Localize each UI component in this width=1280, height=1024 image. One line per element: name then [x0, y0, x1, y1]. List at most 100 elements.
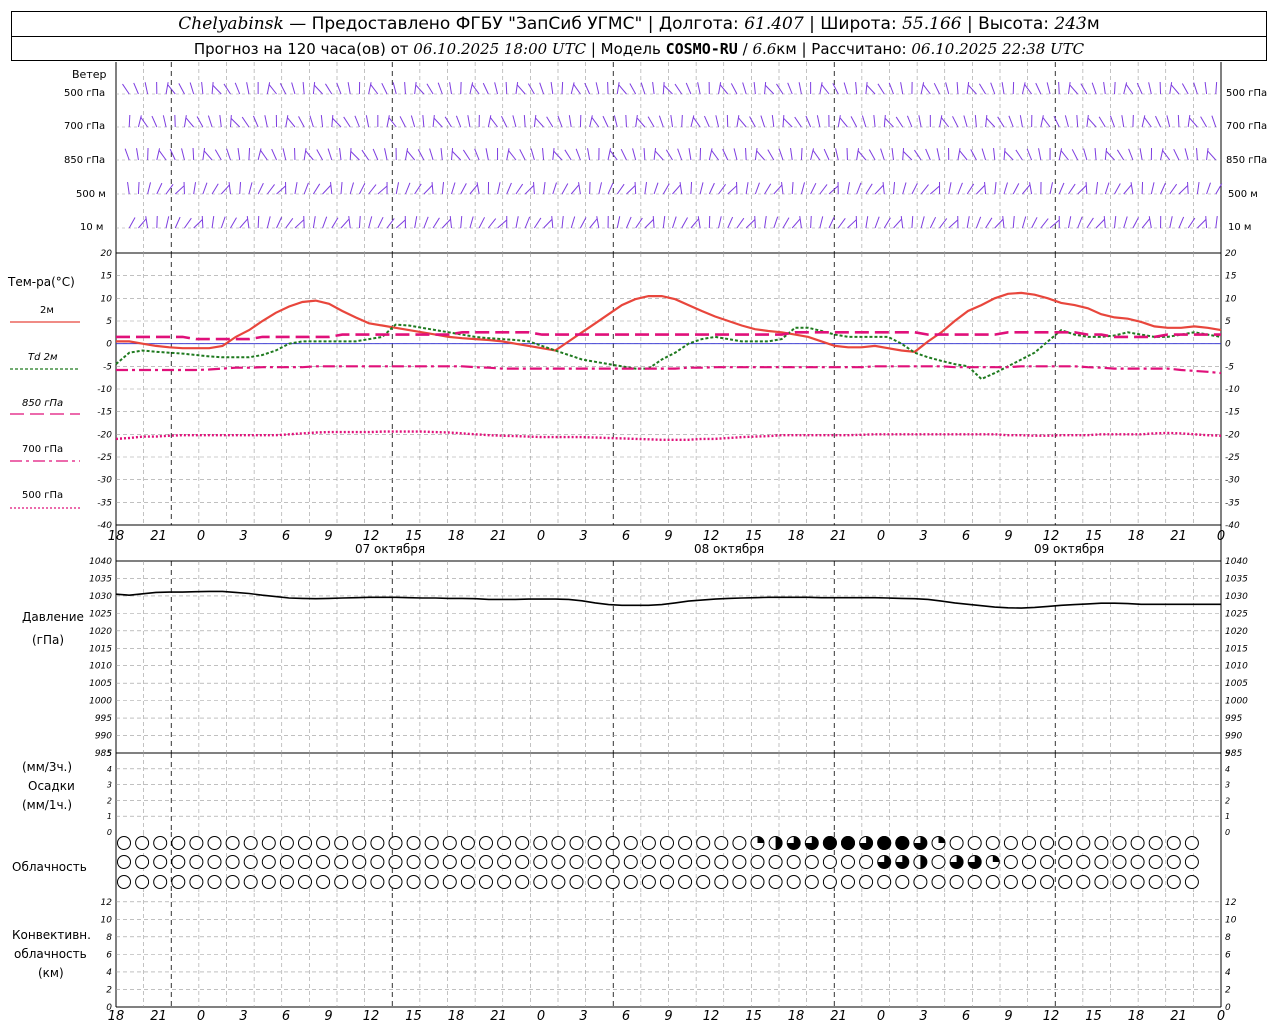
wind-barb-2-27 — [361, 149, 370, 161]
conv-ytick-right-10: 10 — [1225, 915, 1237, 925]
xtick-mid-0: 18 — [108, 529, 125, 544]
xtick-bottom-14: 12 — [703, 1009, 720, 1024]
wind-barb-2-33 — [417, 149, 425, 161]
cloud-cell-0-29 — [641, 836, 656, 850]
cloud-cell-1-35 — [750, 855, 765, 869]
prec-ytick-right-0: 0 — [1225, 828, 1230, 837]
wind-barb-3-97 — [1012, 183, 1020, 195]
wind-barb-1-33 — [422, 115, 425, 128]
xtick-mid-11: 3 — [579, 529, 587, 544]
wind-barb-0-72 — [776, 83, 784, 95]
cloud-cell-0-22 — [515, 836, 530, 850]
cloud-cell-0-33 — [714, 836, 729, 850]
wind-barb-0-94 — [978, 83, 987, 95]
wind-barb-0-44 — [516, 84, 526, 95]
wind-barb-3-95 — [994, 182, 997, 195]
wind-barb-0-85 — [900, 82, 904, 95]
wind-barb-3-87 — [920, 184, 929, 195]
wind-barb-3-33 — [423, 185, 433, 195]
wind-barb-4-111 — [1141, 218, 1151, 229]
wind-barb-0-73 — [787, 82, 793, 95]
wind-barb-3-63 — [699, 182, 704, 195]
cloud-cell-1-6 — [225, 855, 240, 869]
wind-barb-2-23 — [327, 148, 333, 161]
cloud-cell-1-38 — [804, 855, 819, 869]
wind-barb-0-55 — [618, 84, 627, 95]
cloud-cell-2-49 — [1003, 875, 1018, 889]
wind-barb-2-69 — [754, 148, 758, 161]
xtick-bottom-25: 21 — [1170, 1009, 1187, 1024]
temp-ytick-right--5: -5 — [1225, 362, 1234, 372]
wind-barb-0-9 — [201, 82, 204, 95]
wind-barb-1-76 — [816, 115, 821, 128]
wind-barb-1-65 — [715, 115, 720, 128]
wind-barb-3-66 — [727, 185, 737, 195]
wind-barb-1-96 — [997, 116, 1005, 128]
wind-barb-4-89 — [939, 218, 948, 229]
wind-barb-3-82 — [874, 184, 884, 195]
wind-barb-0-95 — [990, 82, 996, 95]
cloud-cell-1-0 — [117, 855, 131, 869]
wind-barb-1-82 — [873, 115, 876, 128]
cloud-cell-1-30 — [660, 855, 674, 869]
wind-barb-2-114 — [1162, 150, 1171, 161]
conv-ytick-right-0: 0 — [1225, 1003, 1231, 1013]
wind-barb-2-35 — [440, 148, 443, 161]
cloud-cell-1-8 — [261, 855, 276, 869]
cloud-cell-1-50 — [1022, 855, 1036, 869]
pres-ytick-right-990: 990 — [1225, 732, 1242, 742]
prec-ytick-right-2: 2 — [1225, 796, 1230, 805]
wind-barb-3-94 — [984, 182, 987, 195]
conv-ytick-left-0: 0 — [106, 1003, 112, 1013]
wind-barb-4-75 — [810, 215, 812, 229]
wind-barb-0-103 — [1067, 82, 1071, 95]
wind-barb-1-18 — [285, 115, 289, 128]
cloud-cell-2-43 — [895, 875, 910, 889]
wind-barb-0-67 — [730, 83, 738, 95]
wind-barb-0-48 — [561, 81, 564, 95]
wind-barb-3-43 — [515, 183, 524, 195]
wind-barb-4-105 — [1086, 217, 1094, 229]
wind-barb-0-28 — [370, 84, 379, 95]
wind-barb-4-25 — [348, 216, 351, 229]
wind-barb-2-29 — [384, 148, 388, 161]
cloud-cell-0-15 — [388, 836, 403, 850]
wind-barb-2-48 — [553, 150, 563, 161]
wind-barb-3-41 — [497, 182, 501, 195]
wind-barb-3-13 — [239, 181, 242, 195]
cloud-cell-2-19 — [460, 875, 475, 889]
wind-barb-3-62 — [690, 181, 693, 195]
wind-barb-4-30 — [395, 219, 406, 229]
wind-barb-4-1 — [128, 217, 136, 229]
wind-barb-2-1 — [124, 148, 130, 161]
wind-barb-1-1 — [128, 114, 131, 128]
wind-barb-3-113 — [1160, 182, 1166, 195]
cloud-fill-0-40 — [841, 836, 855, 850]
wind-barb-3-88 — [930, 185, 940, 195]
temp-ytick-left--5: -5 — [103, 362, 112, 372]
wind-barb-3-5 — [165, 183, 174, 195]
wind-barb-2-67 — [733, 148, 738, 161]
meteogram-chart: 20 2015 1510 105 50 0-5 -5-10 -10-15 -15-20 -20-2… — [10, 62, 1248, 1024]
wind-barb-0-92 — [966, 82, 970, 95]
wind-barb-0-112 — [1148, 82, 1152, 95]
wind-barb-4-88 — [929, 216, 937, 229]
wind-barb-1-26 — [354, 115, 360, 128]
wind-barb-2-38 — [462, 149, 471, 161]
xtick-bottom-24: 18 — [1128, 1009, 1145, 1024]
cloud-cell-1-22 — [515, 855, 530, 869]
wind-barb-4-8 — [193, 219, 203, 229]
pres-ytick-right-1025: 1025 — [1225, 609, 1248, 619]
wind-barb-0-89 — [933, 82, 940, 95]
cloud-cell-0-49 — [1003, 836, 1018, 850]
wind-barb-1-43 — [512, 115, 517, 128]
wind-barb-0-81 — [865, 82, 868, 95]
cloud-cell-2-9 — [279, 875, 294, 889]
cloud-cell-1-26 — [587, 855, 602, 869]
conv-ytick-right-6: 6 — [1225, 950, 1231, 960]
wind-barb-2-94 — [981, 148, 987, 161]
wind-barb-3-105 — [1085, 181, 1088, 195]
xtick-mid-10: 0 — [537, 529, 545, 544]
wind-barb-0-61 — [674, 83, 683, 95]
wind-barb-2-103 — [1060, 150, 1069, 161]
